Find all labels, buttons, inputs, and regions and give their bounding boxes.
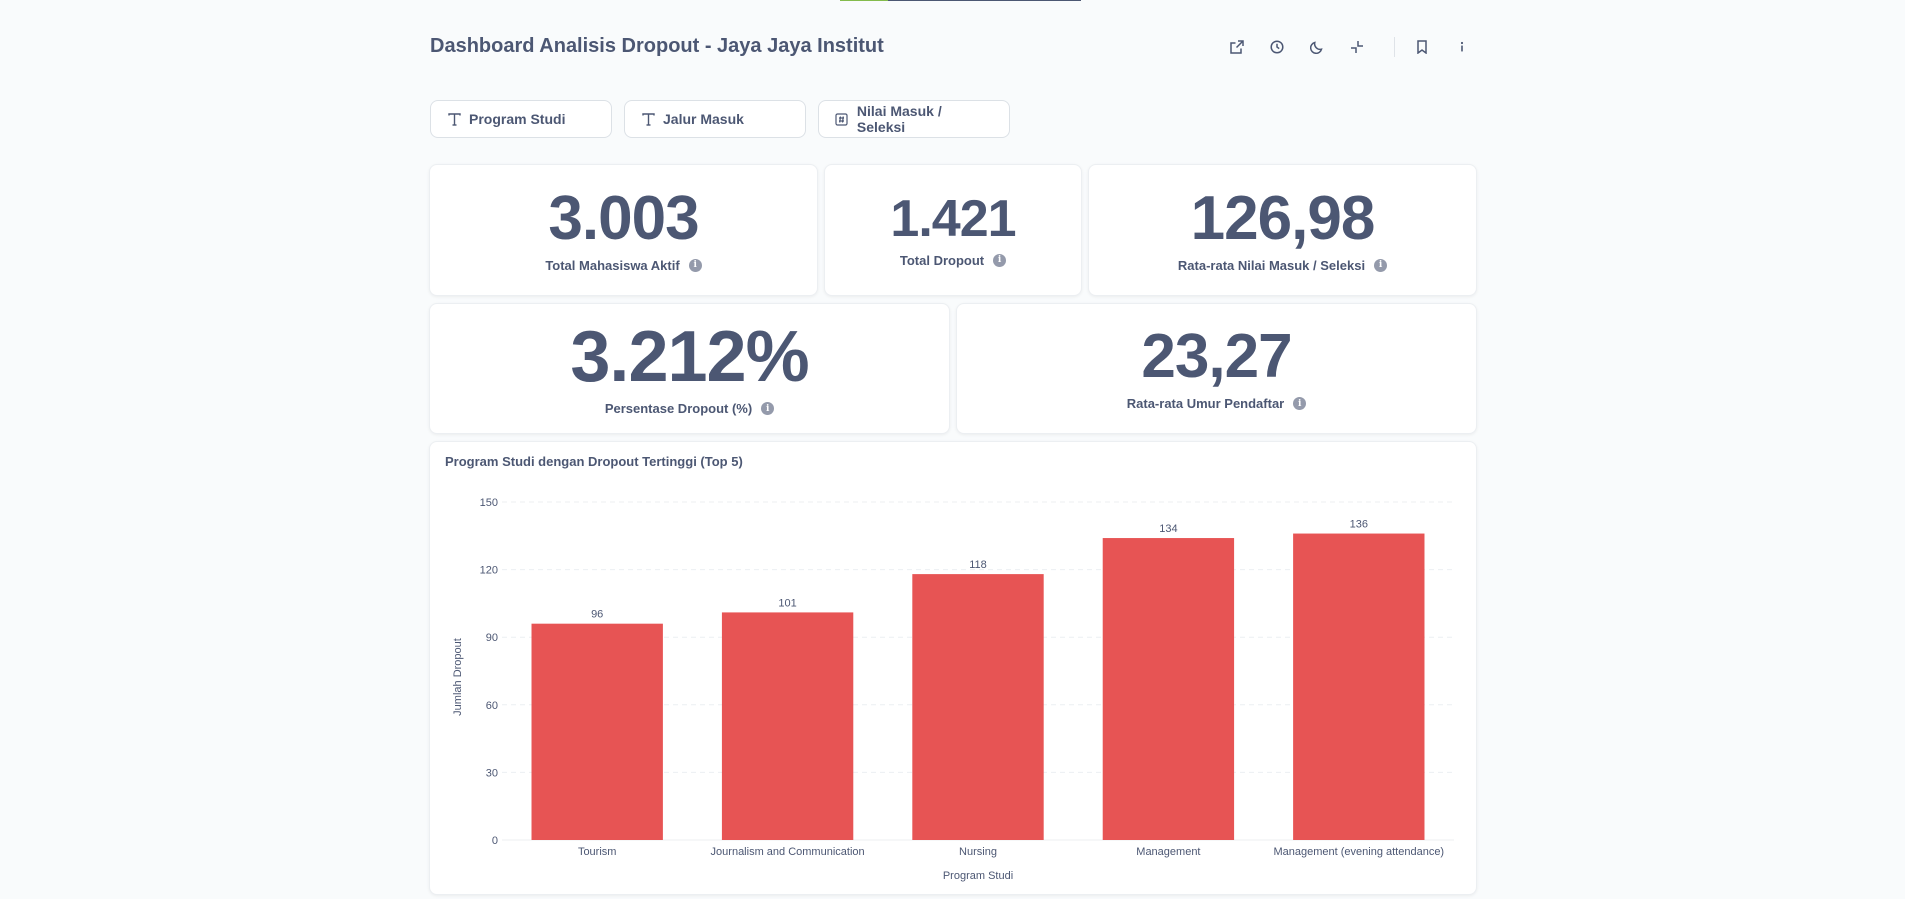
card-total-mahasiswa-aktif: 3.003 Total Mahasiswa Aktif i <box>429 164 818 296</box>
x-tick-label: Management <box>1136 846 1200 858</box>
bookmark-button[interactable] <box>1407 32 1437 62</box>
filter-label: Program Studi <box>469 111 566 127</box>
bar-chart: 0 30 60 90 120 150 96 Tourism 101 Journalism and … <box>452 497 1454 882</box>
sharing-icon <box>1230 40 1244 54</box>
bar-value-label: 118 <box>969 559 987 571</box>
scalar-value: 126,98 <box>1190 183 1376 253</box>
night-mode-icon <box>1310 41 1323 54</box>
x-tick-label: Nursing <box>959 846 997 858</box>
history-button[interactable] <box>1262 32 1292 62</box>
info-icon <box>1460 41 1464 52</box>
scalar-label: Rata-rata Umur Pendaftar i <box>1127 396 1307 411</box>
info-button[interactable] <box>1447 32 1477 62</box>
scalar-label: Total Dropout i <box>899 252 1007 268</box>
number-icon <box>835 112 849 126</box>
dashboard-header: Dashboard Analisis Dropout - Jaya Jaya I… <box>430 30 1477 64</box>
bar <box>1102 538 1235 840</box>
x-tick-label: Tourism <box>578 846 617 858</box>
dashboard-title: Dashboard Analisis Dropout - Jaya Jaya I… <box>430 35 884 57</box>
bar <box>912 574 1044 840</box>
scalar-label: Rata-rata Nilai Masuk / Seleksi i <box>1177 257 1388 273</box>
bar-value-label: 134 <box>1159 523 1177 535</box>
filter-nilai-masuk[interactable]: Nilai Masuk / Seleksi <box>818 100 1010 138</box>
y-tick-label: 0 <box>492 835 498 847</box>
card-persentase-dropout: 3.212% Persentase Dropout (%) i <box>429 303 950 434</box>
card-rata-umur-pendaftar: 23,27 Rata-rata Umur Pendaftar i <box>956 303 1477 434</box>
bar-value-label: 101 <box>778 597 796 609</box>
x-tick-label: Management (evening attendance) <box>1273 846 1444 858</box>
filter-bar: Program Studi Jalur Masuk Nilai Masuk / … <box>430 100 1022 138</box>
info-icon[interactable]: i <box>1293 397 1307 410</box>
x-axis-title: Program Studi <box>943 870 1013 882</box>
y-tick-label: 120 <box>480 565 498 577</box>
y-tick-label: 90 <box>486 632 498 644</box>
bar <box>531 623 663 840</box>
scalar-label-text: Rata-rata Nilai Masuk / Seleksi <box>1177 257 1366 273</box>
y-axis-title: Jumlah Dropout <box>452 638 464 716</box>
filter-jalur-masuk[interactable]: Jalur Masuk <box>624 100 806 138</box>
card-chart-top5-dropout: Program Studi dengan Dropout Tertinggi (… <box>429 441 1477 895</box>
x-tick-label: Journalism and Communication <box>711 846 865 858</box>
y-tick-label: 30 <box>486 767 498 779</box>
sharing-button[interactable] <box>1222 32 1252 62</box>
scalar-value: 3.212% <box>570 317 809 397</box>
night-mode-button[interactable] <box>1302 32 1332 62</box>
y-tick-label: 60 <box>486 700 498 712</box>
info-icon[interactable]: i <box>761 402 775 415</box>
card-rata-nilai-masuk: 126,98 Rata-rata Nilai Masuk / Seleksi i <box>1088 164 1477 296</box>
scalar-label-text: Rata-rata Umur Pendaftar <box>1126 396 1285 411</box>
filter-label: Nilai Masuk / Seleksi <box>856 103 942 135</box>
text-icon <box>447 112 461 126</box>
scalar-value: 23,27 <box>1141 322 1292 391</box>
header-divider <box>1394 37 1395 57</box>
bookmark-icon <box>1417 40 1427 54</box>
info-icon[interactable]: i <box>688 258 702 272</box>
scalar-label-text: Total Mahasiswa Aktif <box>545 257 680 273</box>
fullscreen-exit-button[interactable] <box>1342 32 1372 62</box>
history-icon <box>1270 40 1284 54</box>
bar-value-label: 96 <box>591 609 603 621</box>
bar-value-label: 136 <box>1350 519 1368 531</box>
scalar-value: 3.003 <box>548 183 699 253</box>
card-total-dropout: 1.421 Total Dropout i <box>824 164 1082 296</box>
loading-progress-bar <box>840 0 1081 1</box>
scalar-label-text: Total Dropout <box>899 252 985 268</box>
scalar-label-text: Persentase Dropout (%) <box>604 401 753 416</box>
text-icon <box>641 112 655 126</box>
fullscreen-exit-icon <box>1351 41 1363 53</box>
loading-progress-fill <box>840 0 889 1</box>
header-actions <box>1212 30 1477 64</box>
bar <box>721 612 854 840</box>
scalar-label: Total Mahasiswa Aktif i <box>545 257 702 273</box>
y-tick-label: 150 <box>480 497 498 509</box>
info-icon[interactable]: i <box>1374 258 1388 272</box>
scalar-value: 1.421 <box>890 189 1016 248</box>
info-icon[interactable]: i <box>993 253 1007 267</box>
bar <box>1293 533 1425 840</box>
filter-label: Jalur Masuk <box>663 111 744 127</box>
scalar-label: Persentase Dropout (%) i <box>604 401 775 416</box>
filter-program-studi[interactable]: Program Studi <box>430 100 612 138</box>
